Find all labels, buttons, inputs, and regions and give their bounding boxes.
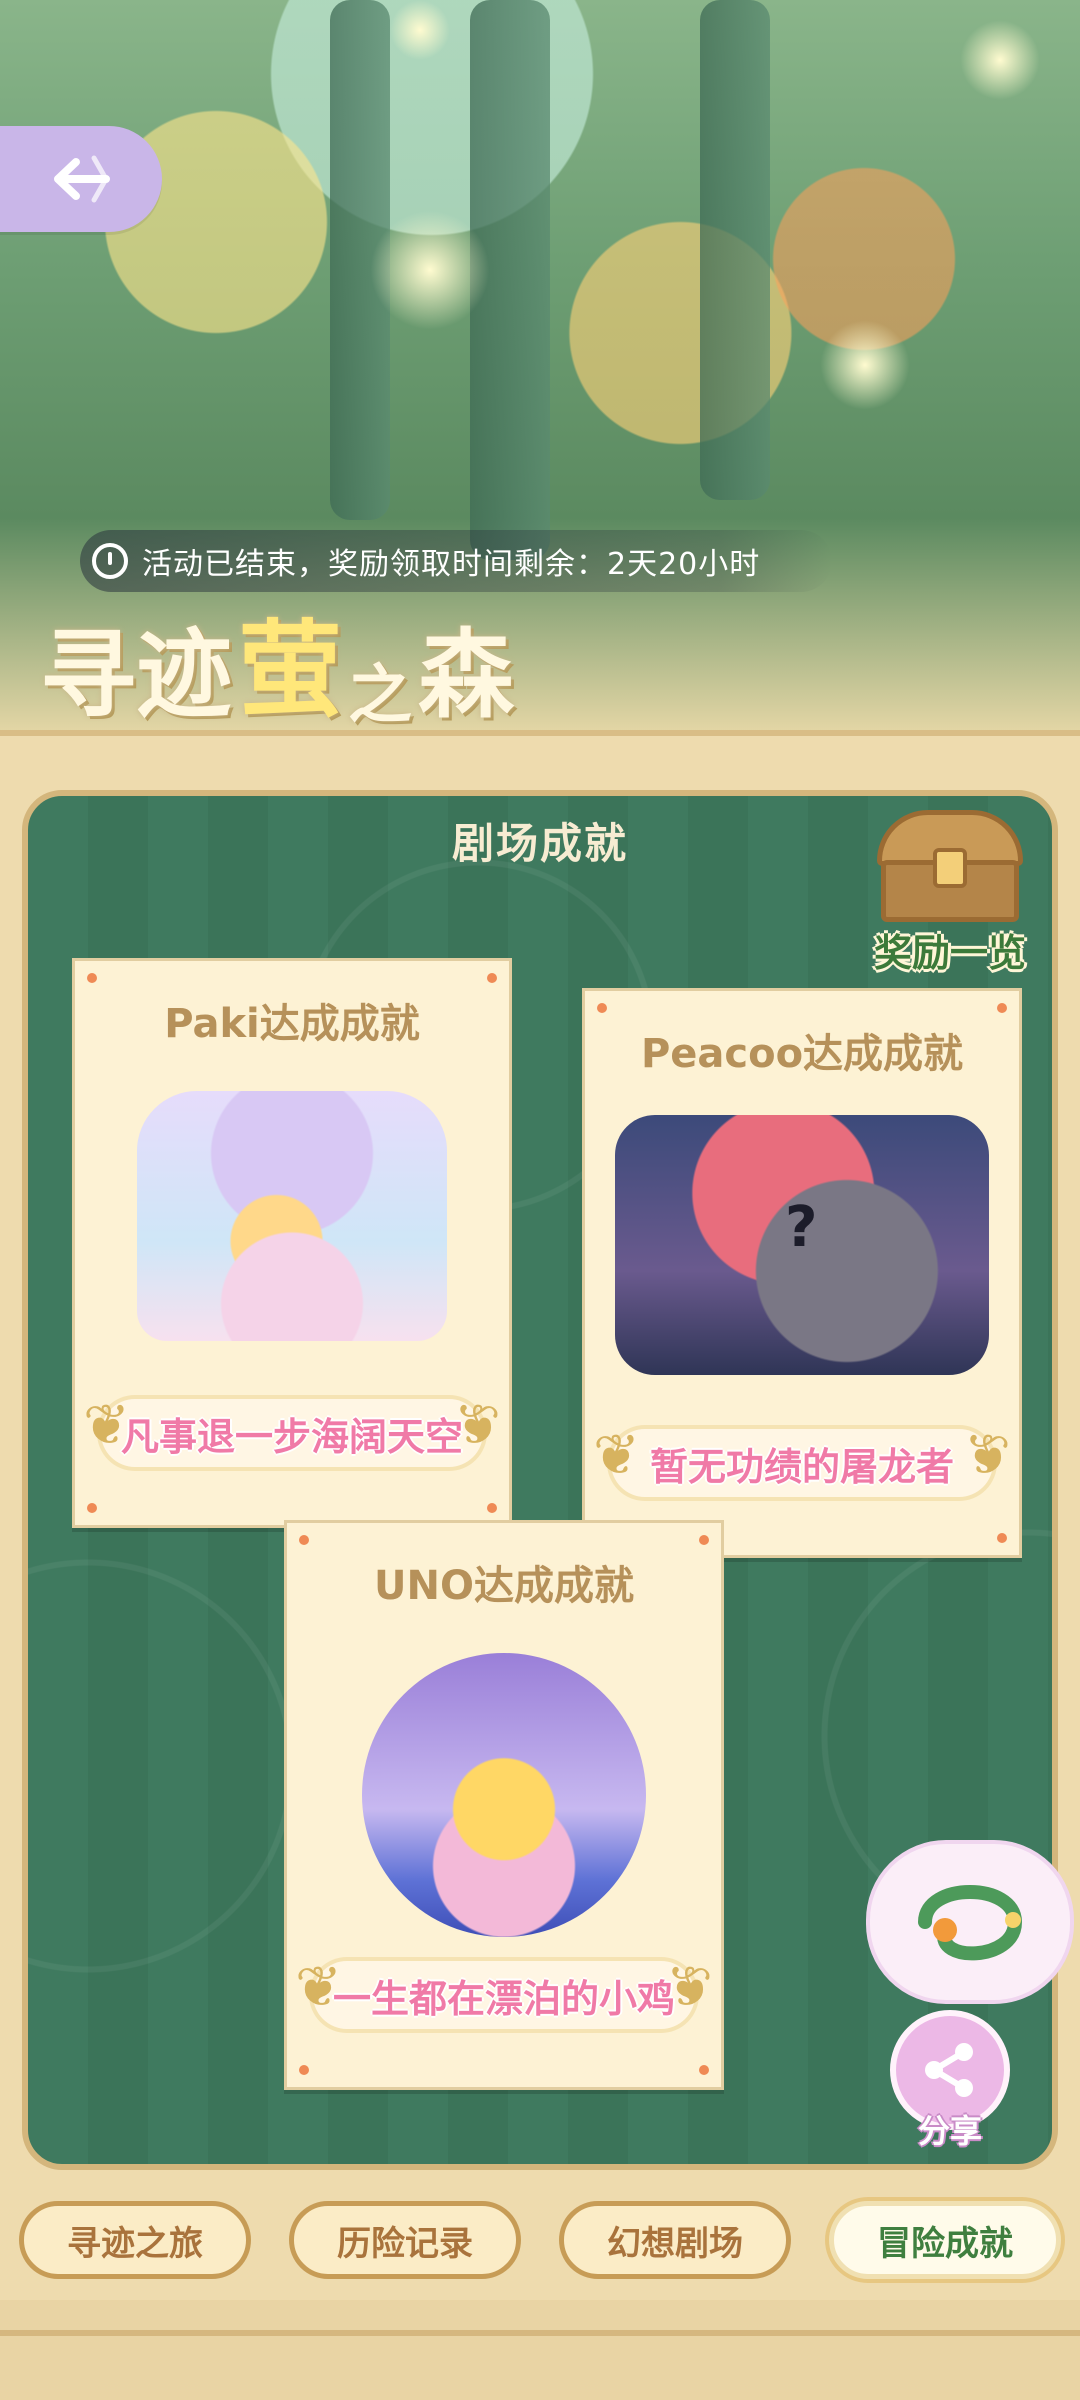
event-status-bar: 活动已结束，奖励领取时间剩余：2天20小时 [80, 530, 832, 592]
card-title: Peacoo达成成就 [640, 1031, 964, 1077]
dragon-bubble-button[interactable] [866, 1840, 1074, 2004]
reward-overview-label: 奖励一览 [873, 931, 1026, 975]
tab-journey[interactable]: 寻迹之旅 [19, 2201, 251, 2279]
achievement-badge: 暂无功绩的屠龙者 [593, 1423, 993, 1497]
achievement-card-peacoo[interactable]: Peacoo达成成就 ? 暂无功绩的屠龙者 [582, 988, 1022, 1558]
achievement-name: 凡事退一步海阔天空 [120, 1414, 463, 1459]
logo-part: 寻迹 [40, 618, 232, 731]
logo-part: 之 [348, 658, 413, 733]
back-arrow-icon [54, 155, 110, 203]
logo-part: 森 [418, 618, 515, 731]
dragon-icon [918, 1885, 1023, 1961]
bottom-decoration [0, 2300, 1080, 2400]
question-mark: ? [785, 1195, 818, 1260]
tab-achievements[interactable]: 冒险成就 [829, 2201, 1061, 2279]
achievement-badge: 凡事退一步海阔天空 [83, 1393, 483, 1467]
achievement-name: 一生都在漂泊的小鸡 [332, 1976, 675, 2021]
achievement-name: 暂无功绩的屠龙者 [649, 1444, 954, 1489]
achievement-card-paki[interactable]: Paki达成成就 凡事退一步海阔天空 [72, 958, 512, 1528]
share-label: 分享 [917, 2112, 982, 2150]
share-icon [925, 2043, 973, 2097]
reward-overview-button[interactable]: 奖励一览 [860, 810, 1040, 980]
back-button[interactable] [0, 126, 162, 232]
achievement-illustration [137, 1091, 447, 1341]
bottom-nav: 寻迹之旅 历险记录 幻想剧场 冒险成就 [0, 2180, 1080, 2300]
achievement-badge: 一生都在漂泊的小鸡 [295, 1955, 695, 2029]
logo-part: 萤 [238, 608, 343, 731]
card-title: Paki达成成就 [164, 1001, 420, 1047]
card-title: UNO达成成就 [374, 1563, 634, 1609]
tab-adventure-log[interactable]: 历险记录 [289, 2201, 521, 2279]
achievement-card-uno[interactable]: UNO达成成就 一生都在漂泊的小鸡 [284, 1520, 724, 2090]
clock-icon [92, 543, 128, 579]
achievement-illustration [362, 1653, 646, 1937]
event-logo: 寻迹 萤 之 森 [40, 596, 514, 736]
share-button[interactable]: 分享 [890, 2010, 1010, 2160]
achievement-illustration: ? [615, 1115, 989, 1375]
event-status-text: 活动已结束，奖励领取时间剩余：2天20小时 [142, 547, 761, 582]
treasure-chest-icon [877, 810, 1023, 922]
tab-fantasy-theater[interactable]: 幻想剧场 [559, 2201, 791, 2279]
